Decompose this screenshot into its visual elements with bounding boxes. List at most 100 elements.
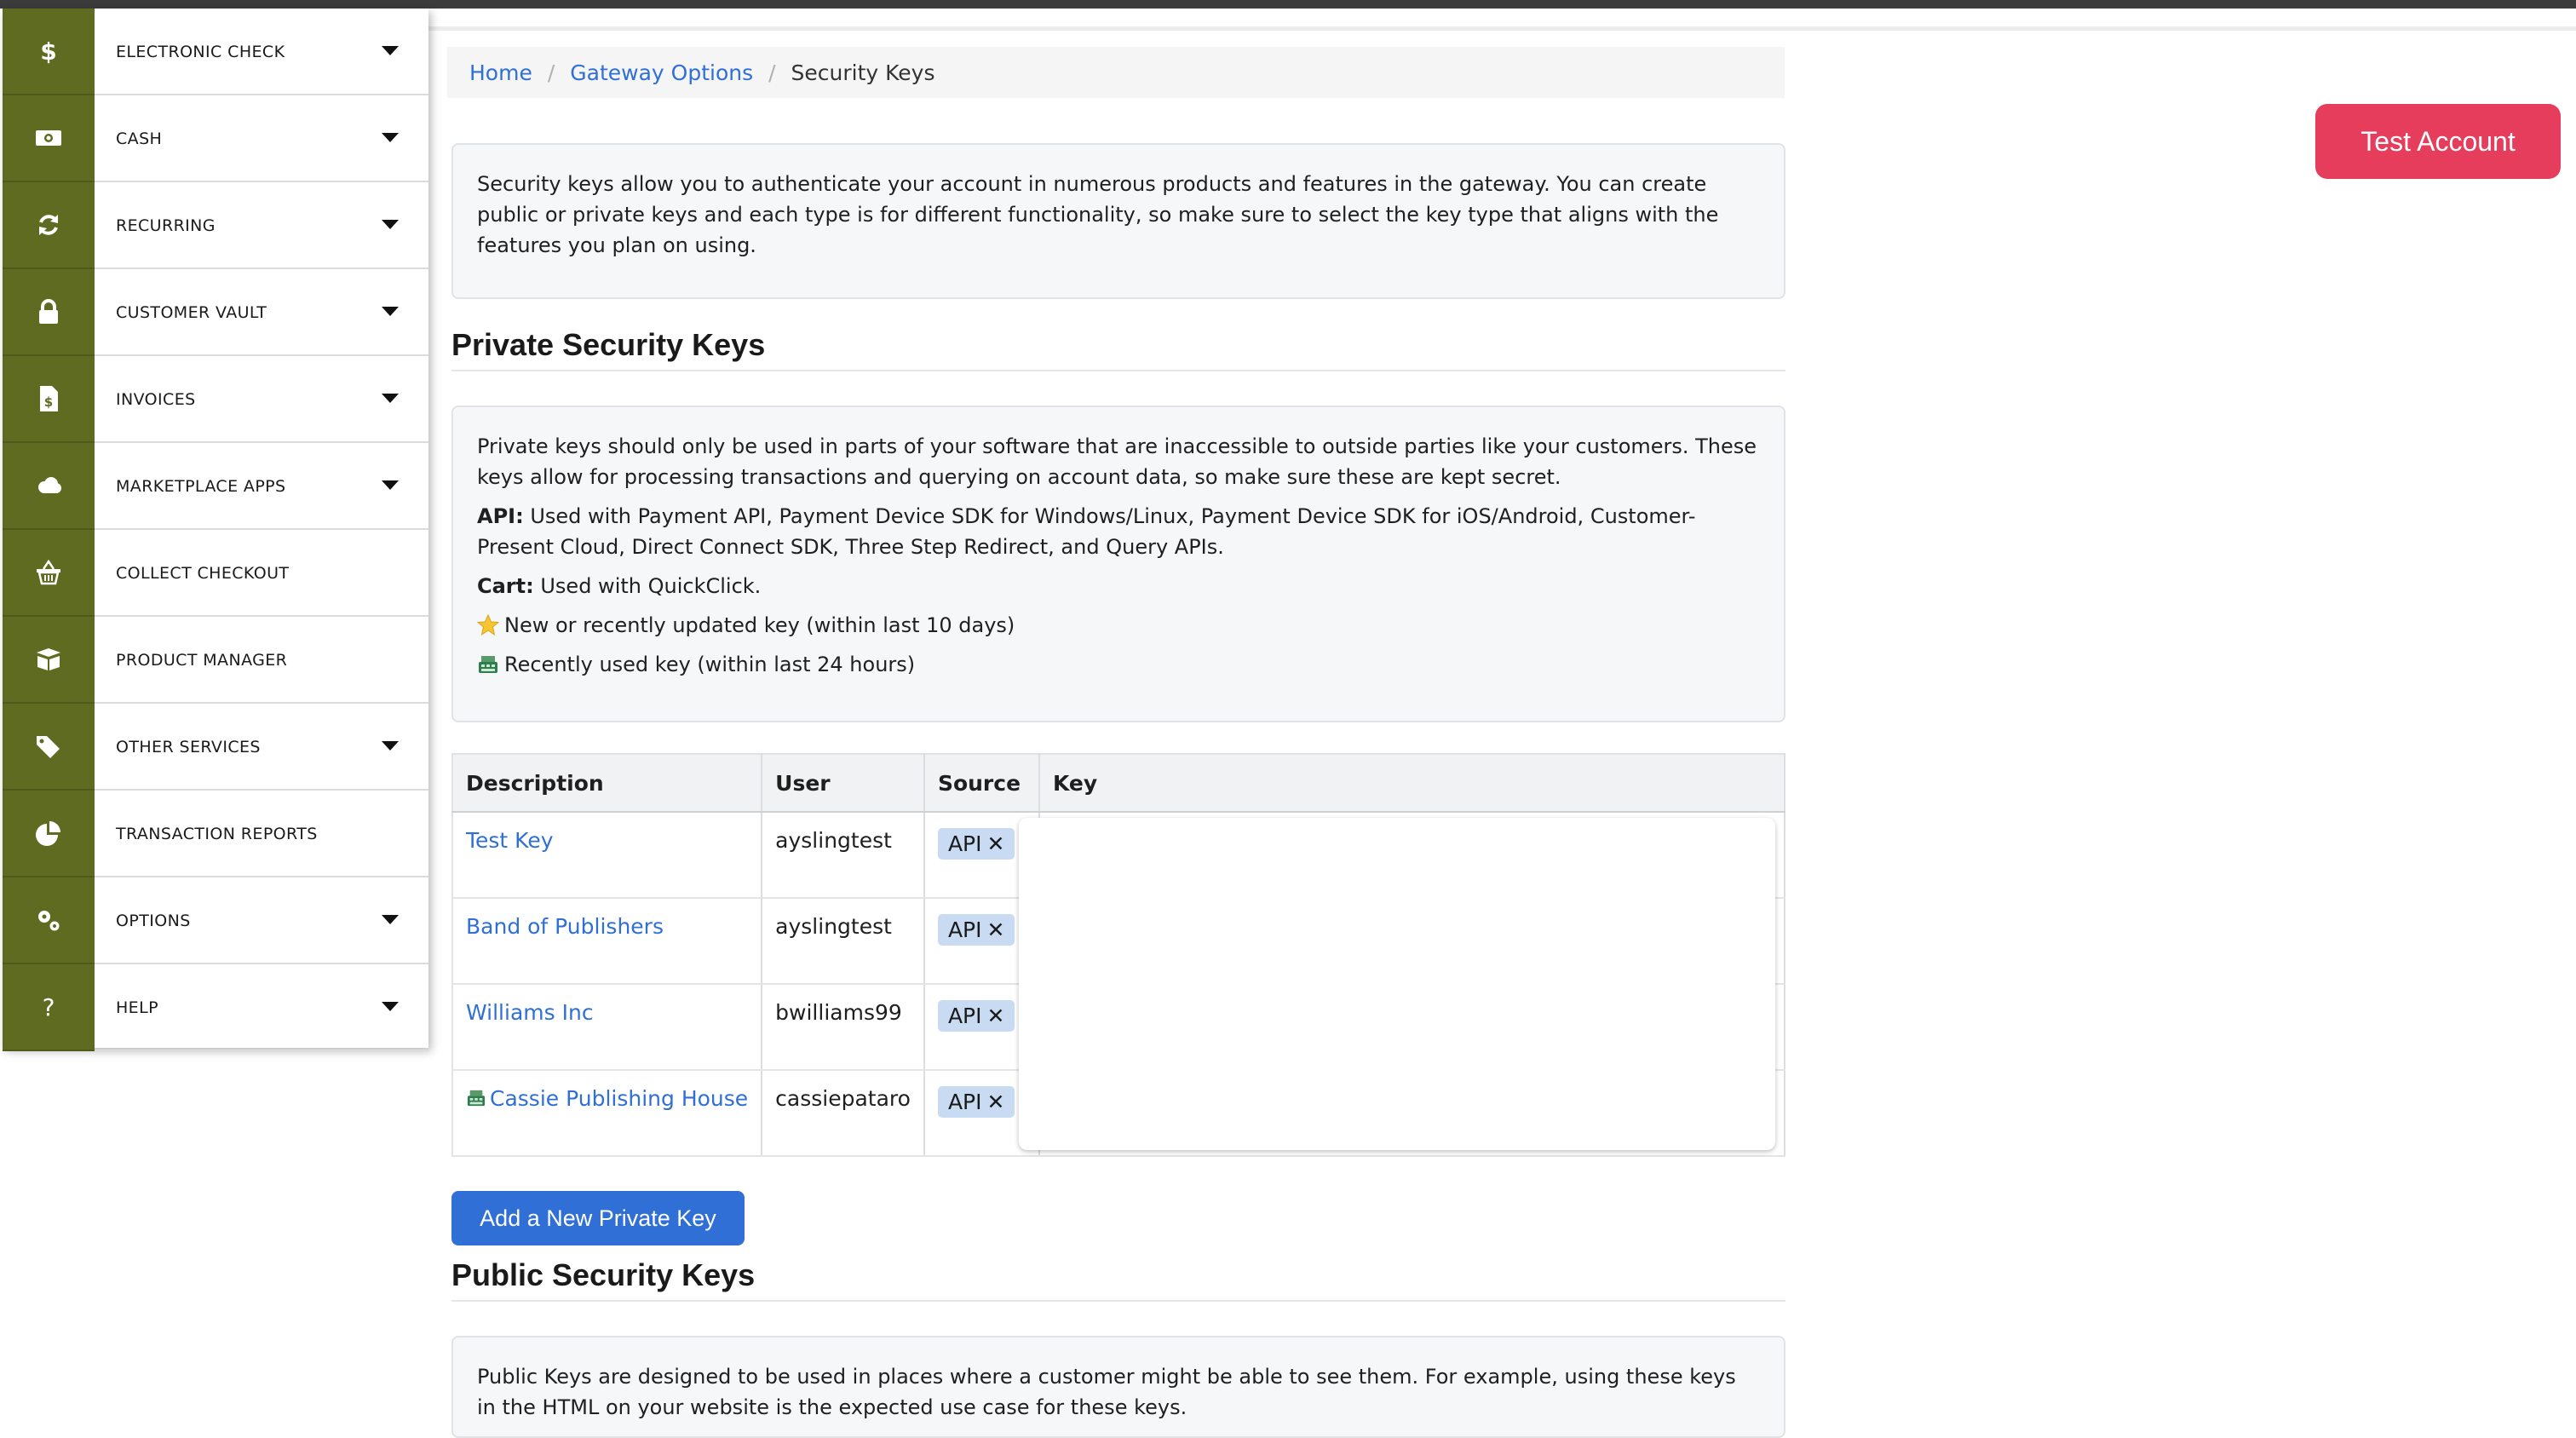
sidebar-item-invoices[interactable]: $ INVOICES [3,356,428,443]
source-badge: API ✕ [937,1000,1015,1032]
key-description-link[interactable]: Cassie Publishing House [490,1086,748,1111]
caret-down-icon[interactable] [382,480,399,491]
register-icon [467,1090,486,1107]
api-label: API: [477,504,524,528]
remove-source-icon[interactable]: ✕ [987,1090,1005,1114]
table-header-row: Description User Source Key [452,754,1786,813]
question-icon: ? [3,964,95,1051]
cloud-icon [3,443,95,530]
header-divider [428,26,2576,31]
breadcrumb-gateway-options-link[interactable]: Gateway Options [570,60,753,85]
remove-source-icon[interactable]: ✕ [987,1004,1005,1028]
source-label: API [947,917,982,942]
register-icon [479,656,497,673]
user-cell: ayslingtest [762,898,925,985]
caret-down-icon[interactable] [382,220,399,230]
sidebar-item-label: OPTIONS [116,912,191,930]
key-description-link[interactable]: Williams Inc [466,1000,594,1025]
dollar-icon: $ [3,9,95,95]
legend-recent-text: Recently used key (within last 24 hours) [504,653,916,676]
key-description-link[interactable]: Band of Publishers [466,914,664,939]
legend-new-text: New or recently updated key (within last… [504,613,1015,637]
column-header-user[interactable]: User [762,754,925,813]
description-cell: Band of Publishers [452,898,763,985]
public-keys-description: Public Keys are designed to be used in p… [477,1365,1736,1419]
cart-usage-text: Cart: Used with QuickClick. [477,571,1760,601]
caret-down-icon[interactable] [382,394,399,404]
invoice-icon: $ [3,356,95,443]
intro-card: Security keys allow you to authenticate … [451,143,1785,299]
source-badge: API ✕ [937,1086,1015,1118]
sidebar-item-collect-checkout[interactable]: COLLECT CHECKOUT [3,530,428,617]
sidebar-item-label: CASH [116,129,163,148]
caret-down-icon[interactable] [382,133,399,143]
breadcrumb: Home / Gateway Options / Security Keys [447,47,1785,98]
caret-down-icon[interactable] [382,915,399,925]
sidebar-item-marketplace-apps[interactable]: MARKETPLACE APPS [3,443,428,530]
add-private-key-button[interactable]: Add a New Private Key [451,1191,745,1245]
lock-icon [3,269,95,356]
sidebar-item-electronic-check[interactable]: $ ELECTRONIC CHECK [3,9,428,95]
sidebar-item-recurring[interactable]: RECURRING [3,182,428,269]
legend-new-key: New or recently updated key (within last… [477,610,1760,641]
sidebar-item-label: COLLECT CHECKOUT [116,564,290,583]
caret-down-icon[interactable] [382,46,399,56]
basket-icon [3,530,95,617]
sidebar-item-label: PRODUCT MANAGER [116,651,288,670]
sidebar-item-help[interactable]: ? HELP [3,964,428,1051]
public-keys-info-card: Public Keys are designed to be used in p… [451,1336,1785,1438]
pie-chart-icon [3,791,95,877]
breadcrumb-current: Security Keys [791,60,935,85]
caret-down-icon[interactable] [382,741,399,751]
sidebar-nav: $ ELECTRONIC CHECK CASH RECURRING CUSTOM… [3,9,428,1051]
sidebar-item-label: CUSTOMER VAULT [116,303,267,322]
remove-source-icon[interactable]: ✕ [987,831,1005,856]
gears-icon [3,877,95,964]
user-cell: ayslingtest [762,812,925,899]
sidebar-item-label: HELP [116,998,158,1017]
column-header-source[interactable]: Source [923,754,1040,813]
source-badge: API ✕ [937,914,1015,946]
sidebar-item-product-manager[interactable]: PRODUCT MANAGER [3,617,428,704]
cart-label: Cart: [477,574,534,598]
api-text: Used with Payment API, Payment Device SD… [477,504,1696,559]
svg-text:$: $ [40,37,56,66]
sidebar-item-customer-vault[interactable]: CUSTOMER VAULT [3,269,428,356]
sidebar-item-label: OTHER SERVICES [116,738,261,756]
sidebar-item-cash[interactable]: CASH [3,95,428,182]
sidebar-item-transaction-reports[interactable]: TRANSACTION REPORTS [3,791,428,877]
source-label: API [947,1004,982,1028]
key-display-panel [1019,818,1775,1150]
star-icon [477,614,499,636]
refresh-icon [3,182,95,269]
key-description-link[interactable]: Test Key [466,828,554,853]
source-label: API [947,1090,982,1114]
source-label: API [947,831,982,856]
remove-source-icon[interactable]: ✕ [987,917,1005,942]
breadcrumb-separator: / [768,60,776,85]
private-keys-description: Private keys should only be used in part… [477,434,1757,489]
cash-icon [3,95,95,182]
tags-icon [3,704,95,791]
sidebar-item-label: TRANSACTION REPORTS [116,825,318,843]
sidebar-item-options[interactable]: OPTIONS [3,877,428,964]
sidebar-item-label: RECURRING [116,216,216,235]
caret-down-icon[interactable] [382,1002,399,1012]
api-usage-text: API: Used with Payment API, Payment Devi… [477,501,1760,562]
legend-recent-key: Recently used key (within last 24 hours) [477,649,1760,680]
caret-down-icon[interactable] [382,307,399,317]
breadcrumb-home-link[interactable]: Home [469,60,532,85]
column-header-key[interactable]: Key [1038,754,1786,813]
breadcrumb-separator: / [547,60,555,85]
test-account-button[interactable]: Test Account [2315,104,2561,179]
public-keys-title: Public Security Keys [451,1257,1785,1302]
private-keys-info-card: Private keys should only be used in part… [451,406,1785,722]
sidebar-item-other-services[interactable]: OTHER SERVICES [3,704,428,791]
private-keys-title: Private Security Keys [451,327,1785,371]
description-cell: Williams Inc [452,984,763,1071]
sidebar-item-label: MARKETPLACE APPS [116,477,286,496]
box-icon [3,617,95,704]
intro-text: Security keys allow you to authenticate … [477,172,1719,257]
user-cell: cassiepataro [762,1070,925,1157]
column-header-description[interactable]: Description [452,754,763,813]
